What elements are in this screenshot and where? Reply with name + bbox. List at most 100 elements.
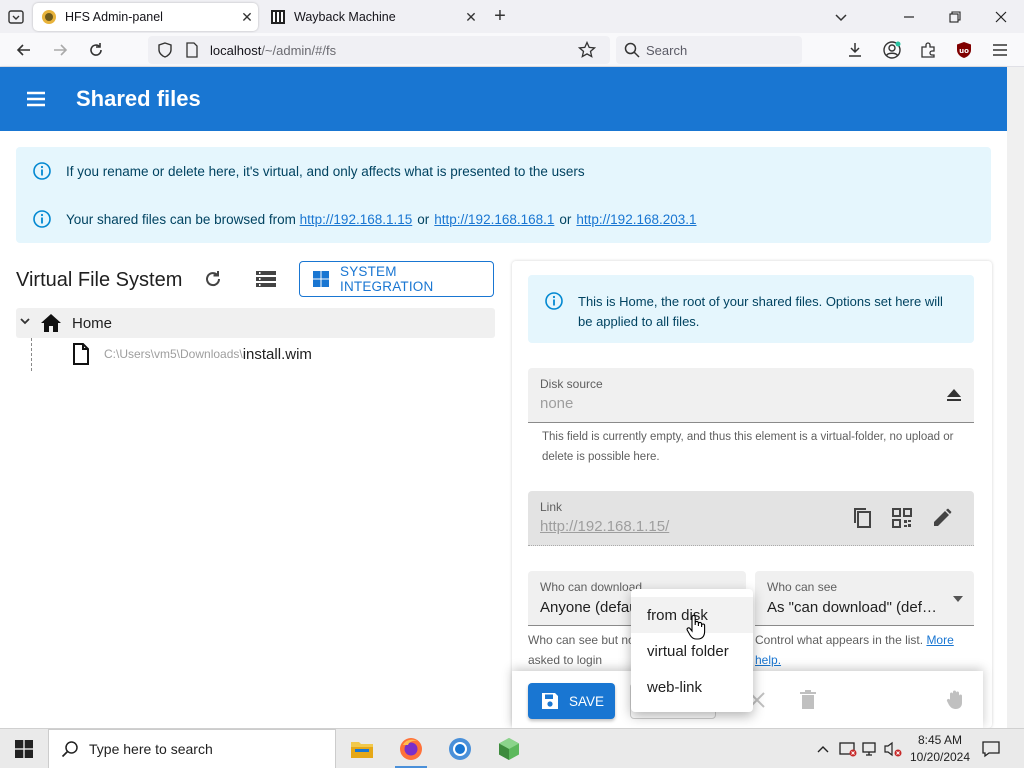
new-tab-plus-icon[interactable]: + [490,6,510,26]
qr-code-icon[interactable] [890,506,914,530]
hand-cursor-icon [686,614,706,640]
security-tray-icon[interactable] [838,729,858,768]
notifications-icon[interactable] [980,729,1002,768]
volume-muted-icon[interactable] [883,729,903,768]
eject-icon[interactable] [942,383,966,407]
address-link-2[interactable]: http://192.168.168.1 [434,212,554,227]
app-menu-hamburger-icon[interactable] [988,38,1012,62]
home-icon [40,312,62,334]
home-info-alert: This is Home, the root of your shared fi… [528,275,974,343]
system-integration-label: SYSTEM INTEGRATION [340,264,434,294]
green-cube-app-icon[interactable] [485,729,533,768]
tab-hfs-admin[interactable]: HFS Admin-panel ✕ [33,3,258,31]
page-info-icon[interactable] [184,41,200,64]
restore-icon[interactable] [932,0,978,33]
who-can-download-label: Who can download [540,580,643,594]
tree-label-home: Home [72,314,113,332]
who-can-see-label: Who can see [767,580,838,594]
close-tab-icon[interactable]: ✕ [460,6,482,28]
collapse-chevron-icon[interactable] [18,314,32,333]
file-explorer-icon[interactable] [338,729,386,768]
hand-pan-icon[interactable] [942,687,968,713]
disk-source-field[interactable]: Disk source none [528,368,974,423]
menu-item-web-link[interactable]: web-link [631,669,753,705]
info-line-addresses: Your shared files can be browsed from ht… [32,209,697,229]
list-view-icon[interactable] [252,265,280,293]
taskbar-search-placeholder: Type here to search [89,741,213,757]
hfs-favicon-icon [41,9,57,25]
ublock-origin-icon[interactable]: uo [952,38,976,62]
search-icon [624,42,640,63]
list-all-tabs-icon[interactable] [6,7,26,27]
info-circle-icon [32,209,52,229]
or-text: or [417,211,430,227]
info-text-virtual: If you rename or delete here, it's virtu… [66,163,585,179]
extensions-puzzle-icon[interactable] [916,38,940,62]
clock-date: 10/20/2024 [909,750,971,764]
select-arrow-icon [953,596,963,602]
downloads-icon[interactable] [843,38,867,62]
forward-arrow-icon[interactable] [48,38,72,62]
minimize-icon[interactable] [886,0,932,33]
tree-connector [31,338,32,371]
who-can-see-select[interactable]: Who can see As "can download" (default) [755,571,974,626]
save-button[interactable]: SAVE [528,683,615,719]
back-arrow-icon[interactable] [12,38,36,62]
network-tray-icon[interactable] [861,729,881,768]
info-circle-icon [544,291,564,311]
address-bar[interactable]: localhost/~/admin/#/fs [148,36,610,64]
address-link-3[interactable]: http://192.168.203.1 [576,212,696,227]
help-link[interactable]: help. [755,653,781,667]
edit-pencil-icon[interactable] [930,506,954,530]
save-label: SAVE [569,693,605,709]
page-title: Shared files [76,86,201,111]
chrome-taskbar-icon[interactable] [436,729,484,768]
more-link[interactable]: More [926,633,953,647]
vfs-heading: Virtual File System [16,269,183,291]
search-bar[interactable]: Search [616,36,802,64]
info-alert: If you rename or delete here, it's virtu… [16,147,991,243]
windows-start-icon[interactable] [0,729,48,768]
wayback-favicon-icon [270,9,286,25]
bookmark-star-icon[interactable] [577,40,597,64]
add-menu-dropdown: from disk virtual folder web-link [631,589,753,712]
disk-source-label: Disk source [540,377,603,391]
copy-icon[interactable] [850,506,874,530]
page-content: If you rename or delete here, it's virtu… [0,131,1007,728]
or-text: or [559,211,572,227]
file-icon [72,343,92,365]
reload-vfs-icon[interactable] [199,265,227,293]
delete-trash-icon[interactable] [795,687,821,713]
show-hidden-icons-chevron-icon[interactable] [814,729,832,768]
search-icon [61,740,79,758]
tab-title: Wayback Machine [294,10,396,24]
save-disk-icon [541,692,559,710]
home-info-text: This is Home, the root of your shared fi… [578,294,943,329]
system-clock[interactable]: 8:45 AM 10/20/2024 [904,732,976,766]
tree-item-file[interactable]: C:\Users\vm5\Downloads\ install.wim [72,343,312,365]
tab-wayback-machine[interactable]: Wayback Machine ✕ [262,3,482,31]
svg-text:uo: uo [959,47,969,55]
taskbar-search-box[interactable]: Type here to search [48,729,336,768]
tracking-protection-shield-icon[interactable] [156,41,174,64]
close-window-icon[interactable] [978,0,1024,33]
tab-overflow-chevron-icon[interactable] [818,0,864,33]
firefox-taskbar-icon[interactable] [387,729,435,768]
reload-icon[interactable] [84,38,108,62]
page-scrollbar[interactable] [1007,67,1024,728]
file-path: C:\Users\vm5\Downloads\ [104,347,243,361]
account-icon[interactable] [880,38,904,62]
login-help-text: asked to login [528,653,603,667]
browser-nav-bar: localhost/~/admin/#/fs Search uo [0,33,1024,67]
app-header: Shared files [0,67,1007,131]
who-can-see-value: As "can download" (default) [767,599,943,616]
tree-item-home[interactable]: Home [16,308,495,338]
windows-taskbar: Type here to search 8:45 AM 10/20/2024 [0,728,1024,768]
address-link-1[interactable]: http://192.168.1.15 [300,212,413,227]
close-tab-icon[interactable]: ✕ [236,6,258,28]
who-can-see-help-left: Who can see but no [528,633,635,647]
menu-hamburger-icon[interactable] [24,87,48,111]
system-integration-button[interactable]: SYSTEM INTEGRATION [299,261,494,297]
link-value[interactable]: http://192.168.1.15/ [540,518,669,535]
windows-logo-icon [312,270,330,288]
